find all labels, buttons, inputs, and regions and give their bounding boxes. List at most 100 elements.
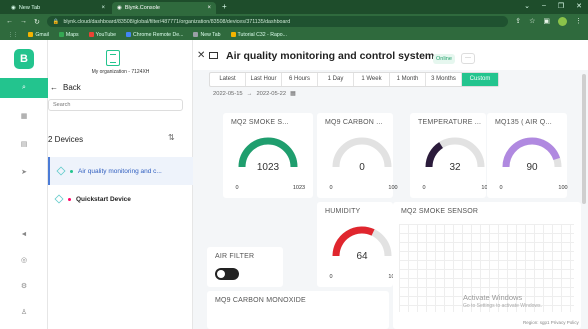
arrow-left-icon: ←	[50, 83, 58, 92]
send-icon[interactable]: ➤	[0, 162, 48, 182]
apps-grid-icon[interactable]: ⋮⋮	[8, 32, 18, 38]
browser-tab-new[interactable]: ◉ New Tab ×	[6, 2, 110, 14]
gauge-min-label: 0	[235, 185, 238, 191]
gauge-title: MQ2 SMOKE S...	[231, 119, 289, 126]
status-dot	[70, 169, 73, 173]
dashboard-header: ✕ Air quality monitoring and control sys…	[193, 40, 588, 70]
time-range-selector: Latest Last Hour 6 Hours 1 Day 1 Week 1 Month…	[209, 72, 499, 87]
tab-favicon-icon: ◉	[117, 5, 122, 11]
bookmark-item[interactable]: Gmail	[28, 32, 49, 38]
url-field[interactable]: 🔒 blynk.cloud/dashboard/83508/global/fil…	[46, 16, 509, 27]
gauge-max-label: 100	[558, 185, 567, 191]
gauge-min-label: 0	[499, 185, 502, 191]
gauge-humidity: 640100	[329, 226, 398, 280]
reload-icon[interactable]: ↻	[34, 18, 40, 26]
menu-icon[interactable]: ⋮	[575, 17, 582, 26]
range-button[interactable]: Custom	[462, 73, 498, 86]
extension-icon[interactable]: ▣	[543, 17, 550, 26]
device-item-quickstart[interactable]: Quickstart Device	[48, 185, 193, 213]
bookmark-item[interactable]: Tutorial C32 - Rapo...	[230, 32, 287, 38]
device-item-air-quality[interactable]: Air quality monitoring and c...	[48, 157, 193, 185]
browser-tab-blynk[interactable]: ◉ Blynk.Console ×	[112, 2, 216, 14]
range-button[interactable]: 1 Month	[390, 73, 426, 86]
gauge-value: 90	[526, 162, 538, 173]
range-button[interactable]: Latest	[210, 73, 246, 86]
bookmark-item[interactable]: New Tab	[193, 32, 221, 38]
tab-label: New Tab	[18, 5, 41, 11]
gauge-value: 64	[356, 251, 368, 262]
back-arrow-icon[interactable]: ←	[6, 18, 13, 25]
gauge-value: 32	[449, 162, 461, 173]
range-button[interactable]: Last Hour	[246, 73, 282, 86]
scrollbar[interactable]	[582, 74, 586, 204]
user-icon[interactable]: ♙	[0, 302, 48, 322]
mq9-card: MQ9 CARBON MONOXIDE	[207, 291, 389, 329]
lifebuoy-icon[interactable]: ◎	[0, 250, 48, 270]
gauge-card-mq135: MQ135 ( AIR Q... 90 0 100	[487, 113, 568, 198]
bookmark-item[interactable]: YouTube	[88, 32, 116, 38]
range-button[interactable]: 1 Week	[354, 73, 390, 86]
gauge-mq135: 90 0 100	[499, 137, 568, 191]
gauge-min-label: 0	[329, 274, 332, 280]
device-cube-icon	[56, 166, 66, 176]
air-filter-title: AIR FILTER	[215, 253, 255, 260]
browser-tab-bar: ◉ New Tab × ◉ Blynk.Console × + ⌄ – ❐ ✕	[0, 0, 588, 14]
restore-icon[interactable]: ❐	[558, 2, 564, 10]
search-input[interactable]	[48, 99, 183, 111]
mq2-chart-card: MQ2 SMOKE SENSOR	[393, 202, 581, 329]
settings-icon[interactable]: ⚙	[0, 276, 48, 296]
share-icon[interactable]: ⇪	[515, 17, 521, 26]
date-to: 2022-05-22	[256, 91, 287, 97]
bookmark-item[interactable]: Maps	[58, 32, 79, 38]
page-title: Air quality monitoring and control syste…	[226, 50, 435, 62]
back-button[interactable]: ← Back	[50, 83, 81, 92]
tab-label: Blynk.Console	[124, 5, 160, 11]
chart-title: MQ2 SMOKE SENSOR	[401, 208, 479, 215]
range-button[interactable]: 1 Day	[318, 73, 354, 86]
gauge-temperature: 320 100	[422, 137, 491, 191]
gauge-card-mq2: MQ2 SMOKE S... 1023 0 1023	[223, 113, 313, 198]
icon-rail: B ⌕ ▦ ▤ ➤ ◄ ◎ ⚙ ♙	[0, 40, 48, 329]
mq9-title: MQ9 CARBON MONOXIDE	[215, 297, 306, 304]
blynk-app: B ⌕ ▦ ▤ ➤ ◄ ◎ ⚙ ♙ My organization - 7124…	[0, 40, 588, 329]
window-controls: ⌄ – ❐ ✕	[524, 2, 582, 10]
windows-watermark-sub: Go to Settings to activate Windows.	[463, 303, 542, 309]
new-tab-button[interactable]: +	[222, 2, 227, 11]
profile-avatar[interactable]	[558, 17, 567, 26]
tab-favicon-icon: ◉	[11, 5, 16, 11]
blynk-logo[interactable]: B	[14, 49, 34, 69]
clipboard-icon[interactable]: ▤	[0, 134, 48, 154]
calendar-icon: ▦	[290, 91, 296, 97]
device-name: Air quality monitoring and c...	[78, 167, 162, 175]
sort-icon[interactable]: ⇅	[168, 133, 175, 142]
air-filter-toggle[interactable]	[215, 268, 239, 280]
star-icon[interactable]: ☆	[529, 17, 535, 26]
air-filter-card: AIR FILTER	[207, 247, 283, 287]
range-button[interactable]: 3 Months	[426, 73, 462, 86]
expand-icon[interactable]	[209, 52, 218, 59]
gauge-title: MQ135 ( AIR Q...	[495, 119, 552, 126]
search-icon[interactable]: ⌕	[0, 78, 48, 98]
grid-icon[interactable]: ▦	[0, 106, 48, 126]
gauge-min-label: 0	[422, 185, 425, 191]
range-button[interactable]: 6 Hours	[282, 73, 318, 86]
close-window-icon[interactable]: ✕	[576, 2, 582, 10]
gauge-value: 0	[359, 162, 365, 173]
date-range[interactable]: 2022-05-15 → 2022-05-22 ▦	[213, 91, 296, 97]
bookmarks-bar: ⋮⋮ Gmail Maps YouTube Chrome Remote De..…	[0, 29, 588, 40]
status-dot	[68, 197, 71, 201]
organization-name: My organization - 7124XH	[91, 69, 150, 75]
chevron-down-icon[interactable]: ⌄	[524, 2, 530, 10]
gauge-max-label: 100	[388, 185, 397, 191]
tab-close-icon[interactable]: ×	[207, 5, 211, 11]
gauge-card-humidity: HUMIDITY 640100	[317, 202, 398, 287]
bookmark-item[interactable]: Chrome Remote De...	[126, 32, 183, 38]
megaphone-icon[interactable]: ◄	[0, 224, 48, 244]
more-button[interactable]: ···	[461, 53, 475, 64]
close-icon[interactable]: ✕	[197, 50, 205, 61]
back-label: Back	[63, 83, 81, 92]
tab-close-icon[interactable]: ×	[101, 5, 105, 11]
minimize-icon[interactable]: –	[542, 2, 546, 10]
lock-icon: 🔒	[52, 18, 60, 25]
forward-arrow-icon[interactable]: →	[20, 18, 27, 25]
